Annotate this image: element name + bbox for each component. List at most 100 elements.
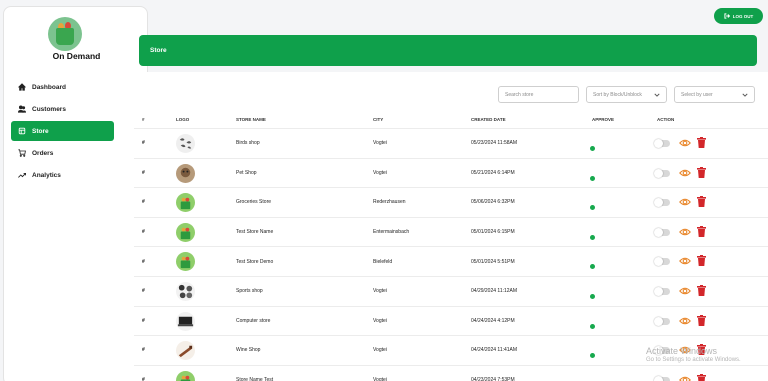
sidebar-item-label: Analytics bbox=[32, 171, 61, 179]
column-header-approve: APPROVE bbox=[592, 117, 615, 122]
sidebar: On Demand Dashboard Customers Store Orde… bbox=[3, 6, 148, 381]
windows-watermark: Activate Windows bbox=[646, 346, 718, 356]
delete-trash-icon[interactable] bbox=[697, 314, 706, 326]
store-logo bbox=[176, 282, 195, 301]
view-eye-icon[interactable] bbox=[679, 375, 691, 381]
trend-icon bbox=[18, 172, 26, 178]
store-name: Test Store Demo bbox=[236, 258, 274, 265]
column-header-city: CITY bbox=[373, 117, 384, 122]
row-index: # bbox=[142, 258, 145, 265]
view-eye-icon[interactable] bbox=[679, 138, 691, 148]
row-index: # bbox=[142, 229, 145, 236]
delete-trash-icon[interactable] bbox=[697, 137, 706, 148]
delete-trash-icon[interactable] bbox=[697, 196, 706, 208]
store-logo bbox=[176, 311, 195, 331]
store-city: Vogtei bbox=[373, 169, 387, 176]
logout-icon bbox=[724, 13, 730, 19]
delete-trash-icon[interactable] bbox=[697, 373, 706, 381]
home-icon bbox=[18, 83, 26, 91]
store-name: Groceries Store bbox=[236, 199, 272, 206]
row-index: # bbox=[142, 288, 145, 295]
store-name: Pet Shop bbox=[236, 169, 257, 176]
sort-select[interactable]: Sort by Block/Unblock bbox=[586, 86, 667, 103]
logout-button[interactable]: LOG OUT bbox=[714, 8, 763, 24]
created-date: 04/24/2024 11:41AM bbox=[471, 347, 518, 354]
windows-watermark-sub: Go to Settings to activate Windows. bbox=[646, 357, 741, 363]
block-toggle[interactable] bbox=[654, 227, 670, 237]
brand-name: On Demand bbox=[52, 51, 101, 61]
store-logo bbox=[176, 370, 195, 381]
sort-placeholder: Sort by Block/Unblock bbox=[593, 91, 642, 98]
block-toggle[interactable] bbox=[654, 287, 670, 296]
approve-status-dot bbox=[590, 234, 595, 240]
sidebar-item-customers[interactable]: Customers bbox=[11, 99, 114, 119]
store-city: Vogtei bbox=[373, 317, 387, 324]
logout-label: LOG OUT bbox=[732, 13, 754, 19]
store-name: Wine Shop bbox=[236, 347, 261, 354]
store-city: Vogtei bbox=[373, 140, 387, 147]
search-placeholder: Search store bbox=[505, 91, 534, 98]
block-toggle[interactable] bbox=[654, 316, 670, 326]
delete-trash-icon[interactable] bbox=[697, 285, 706, 296]
delete-trash-icon[interactable] bbox=[697, 225, 706, 237]
view-eye-icon[interactable] bbox=[679, 256, 691, 266]
created-date: 04/24/2024 4:12PM bbox=[471, 317, 515, 324]
view-eye-icon[interactable] bbox=[679, 168, 691, 178]
row-index: # bbox=[142, 317, 145, 324]
created-date: 05/06/2024 6:32PM bbox=[471, 199, 515, 206]
search-input[interactable]: Search store bbox=[498, 86, 579, 103]
store-city: Vogtei bbox=[373, 288, 387, 295]
cart-icon bbox=[18, 149, 26, 157]
block-toggle[interactable] bbox=[654, 257, 670, 267]
store-name: Sports shop bbox=[236, 288, 263, 295]
user-placeholder: Select by user bbox=[681, 91, 713, 98]
store-logo bbox=[176, 193, 195, 213]
created-date: 04/29/2024 11:12AM bbox=[471, 288, 518, 295]
created-date: 05/23/2024 11:58AM bbox=[471, 140, 518, 147]
store-icon bbox=[18, 127, 26, 135]
sidebar-item-label: Store bbox=[32, 127, 49, 135]
delete-trash-icon[interactable] bbox=[697, 255, 706, 267]
view-eye-icon[interactable] bbox=[679, 197, 691, 207]
sidebar-item-analytics[interactable]: Analytics bbox=[11, 165, 114, 185]
users-icon bbox=[18, 105, 26, 113]
view-eye-icon[interactable] bbox=[679, 286, 691, 296]
store-city: Rederzhausen bbox=[373, 199, 406, 206]
table-row: # Sports shop Vogtei 04/29/2024 11:12AM bbox=[134, 276, 768, 306]
block-toggle[interactable] bbox=[654, 375, 670, 381]
block-toggle[interactable] bbox=[654, 139, 670, 148]
store-name: Store Name Test bbox=[236, 377, 274, 381]
sidebar-item-label: Customers bbox=[32, 105, 66, 113]
store-city: Entermainsbach bbox=[373, 229, 410, 236]
sidebar-item-store[interactable]: Store bbox=[11, 121, 114, 141]
delete-trash-icon[interactable] bbox=[697, 166, 706, 178]
view-eye-icon[interactable] bbox=[679, 316, 691, 326]
sidebar-nav: Dashboard Customers Store Orders Analyti… bbox=[11, 77, 114, 187]
table-row: # Computer store Vogtei 04/24/2024 4:12PM bbox=[134, 305, 768, 336]
sidebar-item-label: Dashboard bbox=[32, 83, 66, 91]
store-city: Bielefeld bbox=[373, 258, 393, 265]
approve-status-dot bbox=[590, 205, 595, 211]
row-index: # bbox=[142, 199, 145, 206]
store-city: Vogtei bbox=[373, 347, 387, 354]
store-panel: Search store Sort by Block/Unblock Selec… bbox=[134, 72, 768, 381]
column-header-logo: LOGO bbox=[176, 117, 190, 122]
chevron-down-icon bbox=[654, 93, 660, 97]
row-index: # bbox=[142, 347, 145, 354]
view-eye-icon[interactable] bbox=[679, 227, 691, 237]
user-select[interactable]: Select by user bbox=[674, 86, 755, 103]
sidebar-item-orders[interactable]: Orders bbox=[11, 143, 114, 163]
created-date: 05/21/2024 6:14PM bbox=[471, 169, 515, 176]
approve-status-dot bbox=[590, 264, 595, 270]
table-row: # Test Store Demo Bielefeld 05/01/2024 5:51… bbox=[134, 246, 768, 276]
column-header-store-name: STORE NAME bbox=[236, 117, 266, 122]
page-title-banner: Store bbox=[139, 35, 757, 66]
sidebar-item-dashboard[interactable]: Dashboard bbox=[11, 77, 114, 97]
column-header-action: ACTION bbox=[657, 117, 675, 122]
block-toggle[interactable] bbox=[654, 198, 670, 208]
store-name: Computer store bbox=[236, 317, 271, 324]
table-row: # Store Name Test Vogtei 04/23/2024 7:53PM bbox=[134, 364, 768, 381]
table-row: # Test Store Name Entermainsbach 05/01/2024… bbox=[134, 216, 768, 247]
row-index: # bbox=[142, 377, 145, 381]
block-toggle[interactable] bbox=[654, 168, 670, 178]
